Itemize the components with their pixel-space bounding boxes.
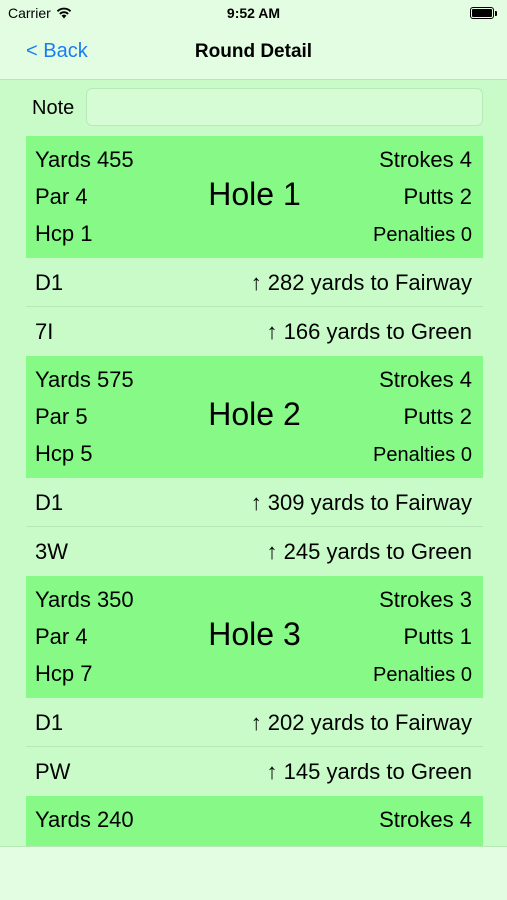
hole-handicap: Hcp 5 <box>35 441 93 466</box>
shot-description: ↑ 245 yards to Green <box>266 539 472 564</box>
hole-strokes: Strokes 4 <box>379 367 472 392</box>
hole-strokes: Strokes 3 <box>379 587 472 612</box>
clock: 9:52 AM <box>226 5 281 21</box>
hole-yards: Yards 575 <box>35 367 134 392</box>
battery-icon <box>470 7 497 19</box>
hole-penalties: Penalties 0 <box>373 664 472 686</box>
shot-club: D1 <box>35 270 64 295</box>
hole-yards: Yards 350 <box>35 587 134 612</box>
shot-club: PW <box>35 759 71 784</box>
shot-club: D1 <box>35 710 64 735</box>
shot-description: ↑ 309 yards to Fairway <box>250 490 472 515</box>
shot-row[interactable]: 3W ↑ 245 yards to Green <box>26 527 483 576</box>
shot-club: 7I <box>35 319 54 344</box>
shot-description: ↑ 166 yards to Green <box>266 319 472 344</box>
shot-description: ↑ 282 yards to Fairway <box>250 270 472 295</box>
hole-header[interactable]: Yards 575 Par 5 Hcp 5 Hole 2 Strokes 4 P… <box>26 356 483 478</box>
hole-header[interactable]: Yards 240 Strokes 4 <box>26 796 483 846</box>
note-label: Note <box>32 97 75 119</box>
shot-row[interactable]: PW ↑ 145 yards to Green <box>26 747 483 796</box>
note-field[interactable] <box>86 88 483 126</box>
hole-header[interactable]: Yards 455 Par 4 Hcp 1 Hole 1 Strokes 4 P… <box>26 136 483 258</box>
status-bar: Carrier 9:52 AM <box>0 0 507 28</box>
hole-handicap: Hcp 1 <box>35 221 93 246</box>
hole-penalties: Penalties 0 <box>373 224 472 246</box>
hole-putts: Putts 2 <box>403 404 472 429</box>
note-row: Note <box>26 88 483 126</box>
hole-header[interactable]: Yards 350 Par 4 Hcp 7 Hole 3 Strokes 3 P… <box>26 576 483 698</box>
hole-putts: Putts 1 <box>403 624 472 649</box>
hole-yards: Yards 240 <box>35 807 134 832</box>
shot-description: ↑ 145 yards to Green <box>266 759 472 784</box>
hole-strokes: Strokes 4 <box>379 807 472 832</box>
hole-list[interactable]: Yards 455 Par 4 Hcp 1 Hole 1 Strokes 4 P… <box>26 136 483 846</box>
shot-club: D1 <box>35 490 64 515</box>
shot-row[interactable]: D1 ↑ 282 yards to Fairway <box>26 258 483 307</box>
hole-penalties: Penalties 0 <box>373 444 472 466</box>
bottom-toolbar <box>0 846 507 900</box>
hole-putts: Putts 2 <box>403 184 472 209</box>
shot-row[interactable]: D1 ↑ 202 yards to Fairway <box>26 698 483 747</box>
shot-row[interactable]: D1 ↑ 309 yards to Fairway <box>26 478 483 527</box>
hole-handicap: Hcp 7 <box>35 661 93 686</box>
shot-description: ↑ 202 yards to Fairway <box>250 710 472 735</box>
shot-club: 3W <box>35 539 68 564</box>
hole-strokes: Strokes 4 <box>379 147 472 172</box>
shot-row[interactable]: 7I ↑ 166 yards to Green <box>26 307 483 356</box>
navigation-bar: < Back Round Detail <box>0 28 507 80</box>
page-title: Round Detail <box>194 41 313 62</box>
hole-yards: Yards 455 <box>35 147 134 172</box>
